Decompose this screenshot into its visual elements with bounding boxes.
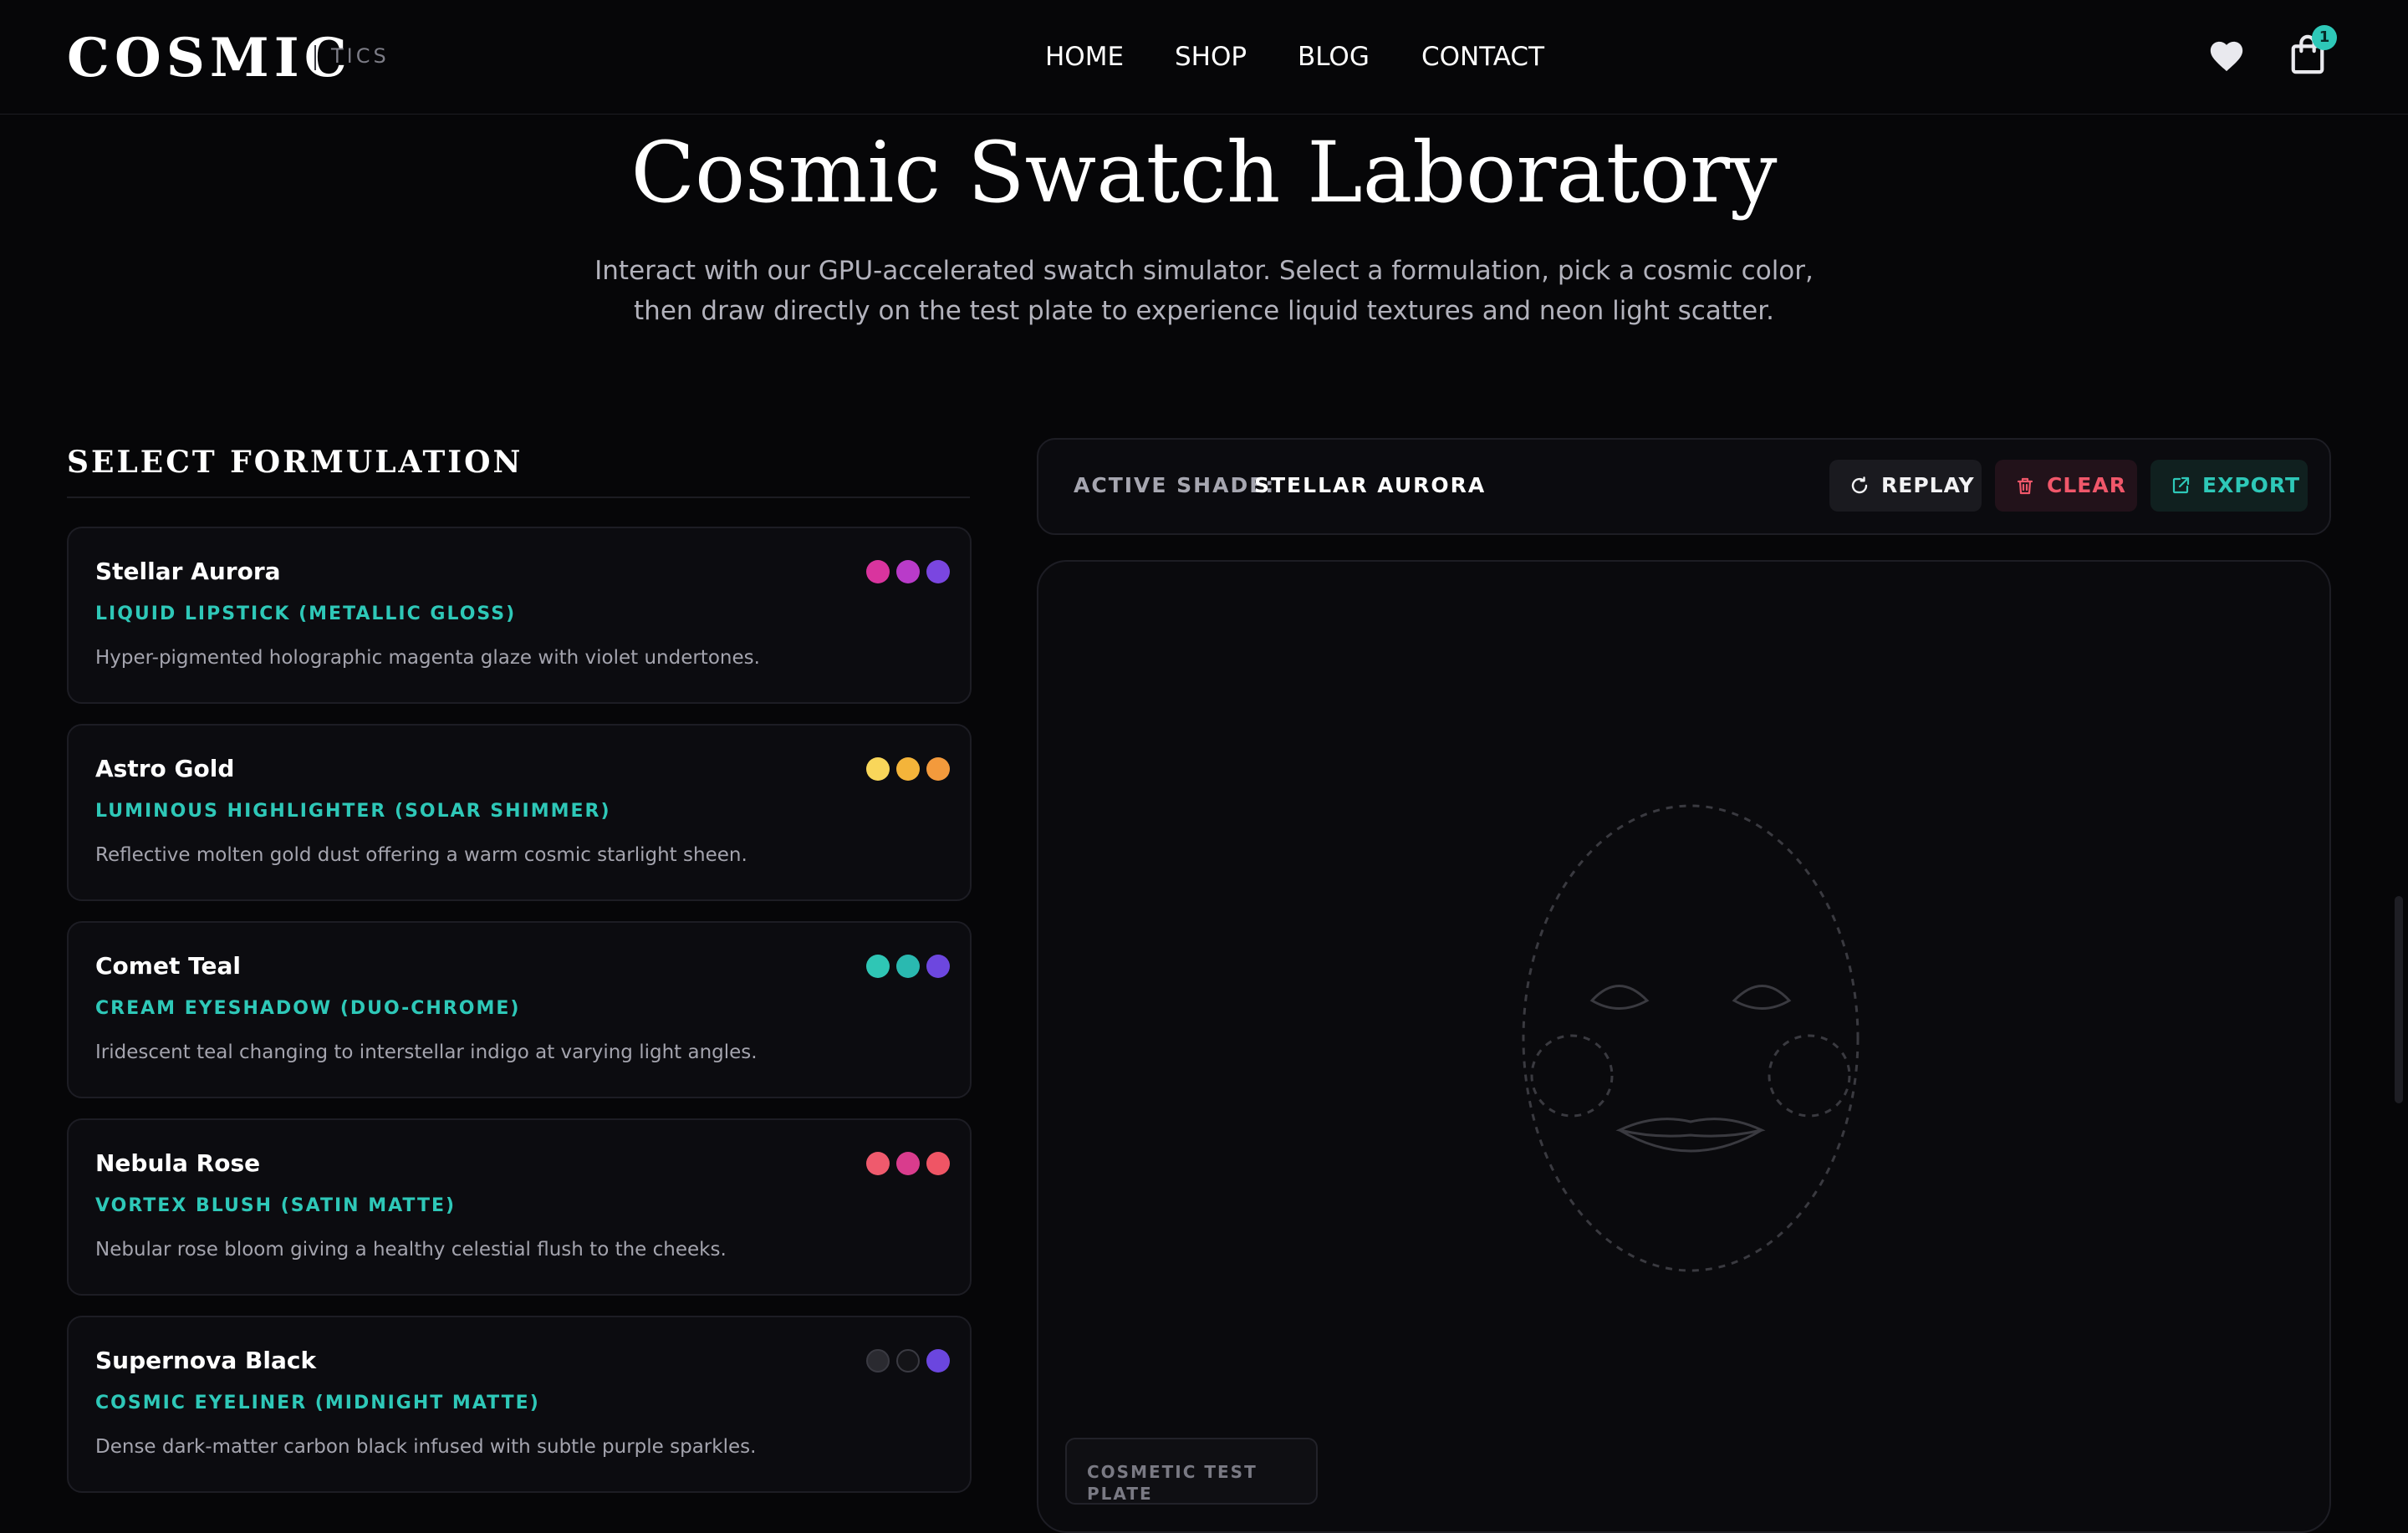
formulation-card-stellar-aurora[interactable]: Stellar Aurora LIQUID LIPSTICK (METALLIC… [67, 527, 972, 704]
formulation-card-astro-gold[interactable]: Astro Gold LUMINOUS HIGHLIGHTER (SOLAR S… [67, 724, 972, 901]
active-shade-value: STELLAR AURORA [1254, 473, 1487, 497]
heart-icon[interactable] [2207, 37, 2246, 74]
formulation-description: Dense dark-matter carbon black infused w… [95, 1436, 757, 1458]
nav-link-blog[interactable]: BLOG [1298, 40, 1370, 74]
export-label: EXPORT [2202, 473, 2301, 497]
color-dot [866, 757, 890, 781]
cart-count-badge: 1 [2312, 25, 2337, 50]
color-dot [926, 955, 950, 978]
color-dot [866, 1349, 890, 1373]
formulation-name: Supernova Black [95, 1347, 317, 1374]
color-dot [866, 955, 890, 978]
brand-logo[interactable]: COSMIC [67, 27, 352, 90]
formulation-name: Astro Gold [95, 755, 235, 782]
top-navigation-bar: COSMIC TICS HOME SHOP BLOG CONTACT 1 [0, 0, 2408, 115]
replay-label: REPLAY [1881, 473, 1975, 497]
formulation-card-comet-teal[interactable]: Comet Teal CREAM EYESHADOW (DUO-CHROME) … [67, 921, 972, 1098]
replay-icon [1851, 476, 1868, 494]
color-dot [926, 1152, 950, 1175]
color-dot [866, 1152, 890, 1175]
nav-link-shop[interactable]: SHOP [1175, 40, 1247, 74]
color-dot [896, 955, 920, 978]
page-subtitle-line-2: then draw directly on the test plate to … [634, 296, 1774, 326]
formulation-type: VORTEX BLUSH (SATIN MATTE) [95, 1195, 457, 1216]
active-shade-bar: ACTIVE SHADE: STELLAR AURORA REPLAY CLEA… [1037, 438, 2331, 535]
color-dot [926, 560, 950, 583]
nav-link-home[interactable]: HOME [1045, 40, 1124, 74]
page-scrollbar[interactable] [2395, 896, 2403, 1103]
formulation-description: Hyper-pigmented holographic magenta glaz… [95, 647, 760, 669]
logo-divider [314, 45, 316, 70]
color-dot [896, 560, 920, 583]
page-title: Cosmic Swatch Laboratory [630, 124, 1778, 222]
color-dot [866, 560, 890, 583]
formulation-description: Iridescent teal changing to interstellar… [95, 1042, 758, 1063]
replay-button[interactable]: REPLAY [1829, 460, 1982, 512]
brand-logo-suffix: TICS [331, 44, 390, 68]
color-dot [896, 1152, 920, 1175]
formulation-description: Nebular rose bloom giving a healthy cele… [95, 1239, 727, 1261]
color-dot [896, 757, 920, 781]
color-dot [896, 1349, 920, 1373]
plate-label-badge: COSMETIC TEST PLATE [1065, 1438, 1318, 1505]
formulation-card-supernova-black[interactable]: Supernova Black COSMIC EYELINER (MIDNIGH… [67, 1316, 972, 1493]
face-guide-outline-icon [1522, 804, 1860, 1272]
page-subtitle-line-1: Interact with our GPU-accelerated swatch… [594, 256, 1814, 286]
section-divider [67, 497, 970, 498]
export-icon [2172, 476, 2190, 494]
clear-label: CLEAR [2047, 473, 2126, 497]
formulation-name: Comet Teal [95, 952, 241, 980]
formulation-name: Nebula Rose [95, 1149, 261, 1177]
active-shade-label: ACTIVE SHADE: [1074, 473, 1276, 497]
formulation-type: CREAM EYESHADOW (DUO-CHROME) [95, 998, 521, 1019]
color-dot [926, 757, 950, 781]
formulation-name: Stellar Aurora [95, 558, 281, 585]
formulation-section-title: SELECT FORMULATION [67, 445, 523, 480]
clear-button[interactable]: CLEAR [1995, 460, 2137, 512]
formulation-type: LUMINOUS HIGHLIGHTER (SOLAR SHIMMER) [95, 801, 611, 822]
formulation-description: Reflective molten gold dust offering a w… [95, 844, 747, 866]
cosmetic-test-plate-canvas[interactable]: COSMETIC TEST PLATE [1037, 560, 2331, 1533]
export-button[interactable]: EXPORT [2150, 460, 2308, 512]
nav-link-contact[interactable]: CONTACT [1421, 40, 1544, 74]
formulation-type: LIQUID LIPSTICK (METALLIC GLOSS) [95, 604, 517, 624]
color-dot [926, 1349, 950, 1373]
formulation-type: COSMIC EYELINER (MIDNIGHT MATTE) [95, 1393, 540, 1413]
formulation-card-nebula-rose[interactable]: Nebula Rose VORTEX BLUSH (SATIN MATTE) N… [67, 1118, 972, 1296]
trash-icon [2017, 477, 2033, 495]
plate-label-text: COSMETIC TEST PLATE [1087, 1462, 1258, 1504]
